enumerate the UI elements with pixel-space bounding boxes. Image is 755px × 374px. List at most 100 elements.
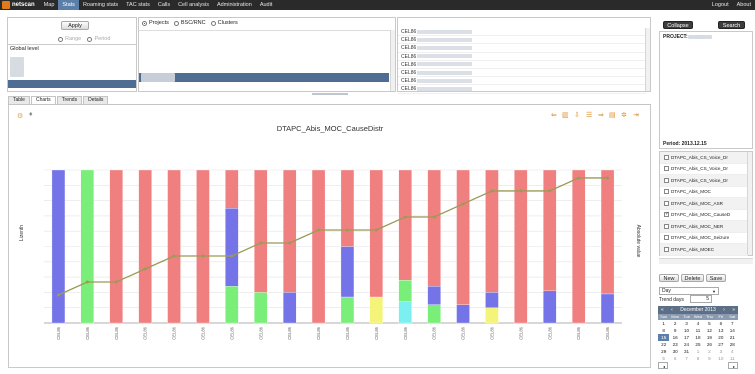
- calendar-day[interactable]: 14: [727, 327, 738, 334]
- calendar-day[interactable]: 7: [681, 355, 692, 362]
- calendar-day[interactable]: 12: [704, 327, 715, 334]
- kpi-list-item[interactable]: DTAPC_Abis_MOEC: [660, 244, 748, 256]
- next-year-icon[interactable]: »: [732, 307, 735, 313]
- delete-button[interactable]: Delete: [681, 274, 704, 282]
- new-button[interactable]: New: [659, 274, 679, 282]
- calendar-day[interactable]: 6: [715, 320, 726, 327]
- calendar-day[interactable]: 15: [658, 334, 670, 341]
- tab-trends[interactable]: Trends: [56, 96, 83, 104]
- calendar-day[interactable]: 17: [681, 334, 692, 341]
- kpi-checkbox[interactable]: [664, 166, 669, 172]
- collapse-button[interactable]: Collapse: [663, 21, 693, 29]
- kpi-checkbox[interactable]: [664, 200, 669, 206]
- calendar-day[interactable]: 26: [704, 341, 715, 348]
- range-option[interactable]: Range Period: [58, 36, 115, 43]
- scope-option-clusters[interactable]: Clusters: [210, 20, 238, 26]
- calendar-day[interactable]: 11: [727, 355, 738, 362]
- kpi-checkbox[interactable]: [664, 246, 669, 252]
- calendar-day[interactable]: 29: [658, 348, 669, 355]
- selected-scope-row[interactable]: [139, 73, 389, 82]
- kpi-list-item[interactable]: DTAPC_Abis_MOC: [660, 187, 748, 198]
- calendar-day[interactable]: 24: [681, 341, 692, 348]
- radio-button[interactable]: [173, 20, 179, 26]
- range-radio[interactable]: [58, 36, 63, 42]
- global-level-label[interactable]: Global level: [8, 45, 136, 53]
- tab-table[interactable]: Table: [8, 96, 30, 104]
- prev-year-icon[interactable]: «: [661, 307, 664, 313]
- kpi-checkbox[interactable]: [664, 189, 669, 195]
- cell-list-item[interactable]: CEL86: [398, 61, 646, 69]
- scope-option-bscrnc[interactable]: BSC/RNC: [173, 20, 206, 26]
- kpi-checkbox[interactable]: [664, 223, 669, 229]
- calendar-day[interactable]: 5: [704, 320, 715, 327]
- calendar-day[interactable]: 3: [715, 348, 726, 355]
- logout-link[interactable]: Logout: [708, 0, 733, 10]
- search-button[interactable]: Search: [718, 21, 745, 29]
- cell-list-item[interactable]: CEL86: [398, 85, 646, 94]
- calendar-day[interactable]: 16: [669, 334, 680, 341]
- cell-list-item[interactable]: CEL86: [398, 53, 646, 61]
- calendar-day[interactable]: 13: [715, 327, 726, 334]
- calendar-day[interactable]: 2: [669, 320, 680, 327]
- cell-list-item[interactable]: CEL86: [398, 28, 646, 37]
- calendar-day[interactable]: 9: [704, 355, 715, 362]
- kpi-checkbox[interactable]: [664, 177, 669, 183]
- cell-list-item[interactable]: CEL86: [398, 44, 646, 53]
- nav-item-audit[interactable]: Audit: [256, 0, 277, 10]
- calendar-day[interactable]: 11: [692, 327, 703, 334]
- calendar-day[interactable]: 4: [692, 320, 703, 327]
- radio-button[interactable]: [142, 20, 147, 26]
- kpi-checkbox[interactable]: [664, 211, 669, 218]
- nav-item-administration[interactable]: Administration: [213, 0, 256, 10]
- kpi-list-item[interactable]: DTAPC_Abis_CS_Voice_Dr: [660, 175, 748, 187]
- calendar-day[interactable]: 30: [669, 348, 680, 355]
- nav-item-cell-analysis[interactable]: Cell analysis: [174, 0, 213, 10]
- radio-button[interactable]: [210, 20, 216, 26]
- nav-item-map[interactable]: Map: [40, 0, 59, 10]
- calendar-day[interactable]: 10: [715, 355, 726, 362]
- calendar-day[interactable]: 4: [727, 348, 738, 355]
- calendar-day[interactable]: 27: [715, 341, 726, 348]
- scope-scrollbar[interactable]: [390, 30, 395, 91]
- calendar-day[interactable]: 3: [681, 320, 692, 327]
- calendar-day[interactable]: 25: [692, 341, 703, 348]
- kpi-scrollbar[interactable]: [747, 152, 752, 255]
- prev-month-icon[interactable]: ‹: [671, 307, 673, 313]
- calendar-prev-select[interactable]: ◂: [658, 362, 668, 369]
- calendar-day[interactable]: 7: [727, 320, 738, 327]
- calendar-day[interactable]: 20: [715, 334, 726, 341]
- nav-item-calls[interactable]: Calls: [154, 0, 174, 10]
- scope-option-projects[interactable]: Projects: [142, 20, 169, 26]
- app-logo[interactable]: netscan: [0, 0, 40, 10]
- kpi-checkbox[interactable]: [664, 235, 669, 241]
- trend-days-input[interactable]: 5: [690, 295, 712, 303]
- calendar-day[interactable]: 8: [658, 327, 669, 334]
- kpi-list-item[interactable]: DTAPC_Abis_MOC_CauseD: [660, 210, 748, 221]
- granularity-select[interactable]: Day ▼: [659, 287, 719, 295]
- kpi-list-item[interactable]: DTAPC_Abis_CS_Voice_Dr: [660, 164, 748, 175]
- calendar-day[interactable]: 5: [658, 355, 669, 362]
- cell-list-item[interactable]: CEL86: [398, 36, 646, 45]
- calendar-day[interactable]: 6: [669, 355, 680, 362]
- calendar-next-select[interactable]: ▸: [728, 362, 738, 369]
- calendar-day[interactable]: 10: [681, 327, 692, 334]
- calendar-day[interactable]: 19: [704, 334, 715, 341]
- cell-list-scrollbar[interactable]: [645, 28, 650, 91]
- calendar-day[interactable]: 1: [658, 320, 669, 327]
- pane-splitter[interactable]: [312, 93, 348, 95]
- kpi-checkbox[interactable]: [664, 154, 669, 160]
- tab-charts[interactable]: Charts: [30, 96, 56, 104]
- calendar-day[interactable]: 8: [692, 355, 703, 362]
- kpi-list-item[interactable]: DTAPC_Abis_MOC_Seizure: [660, 233, 748, 244]
- calendar-day[interactable]: 18: [692, 334, 703, 341]
- calendar-day[interactable]: 1: [692, 348, 703, 355]
- calendar-day[interactable]: 2: [704, 348, 715, 355]
- calendar-day[interactable]: 9: [669, 327, 680, 334]
- calendar-day[interactable]: 31: [681, 348, 692, 355]
- calendar-day[interactable]: 21: [727, 334, 738, 341]
- next-month-icon[interactable]: ›: [723, 307, 725, 313]
- selected-level-row[interactable]: [8, 80, 136, 88]
- about-link[interactable]: About: [733, 0, 755, 10]
- calendar-day[interactable]: 23: [669, 341, 680, 348]
- kpi-list-item[interactable]: DTAPC_Abis_MOC_NER: [660, 221, 748, 233]
